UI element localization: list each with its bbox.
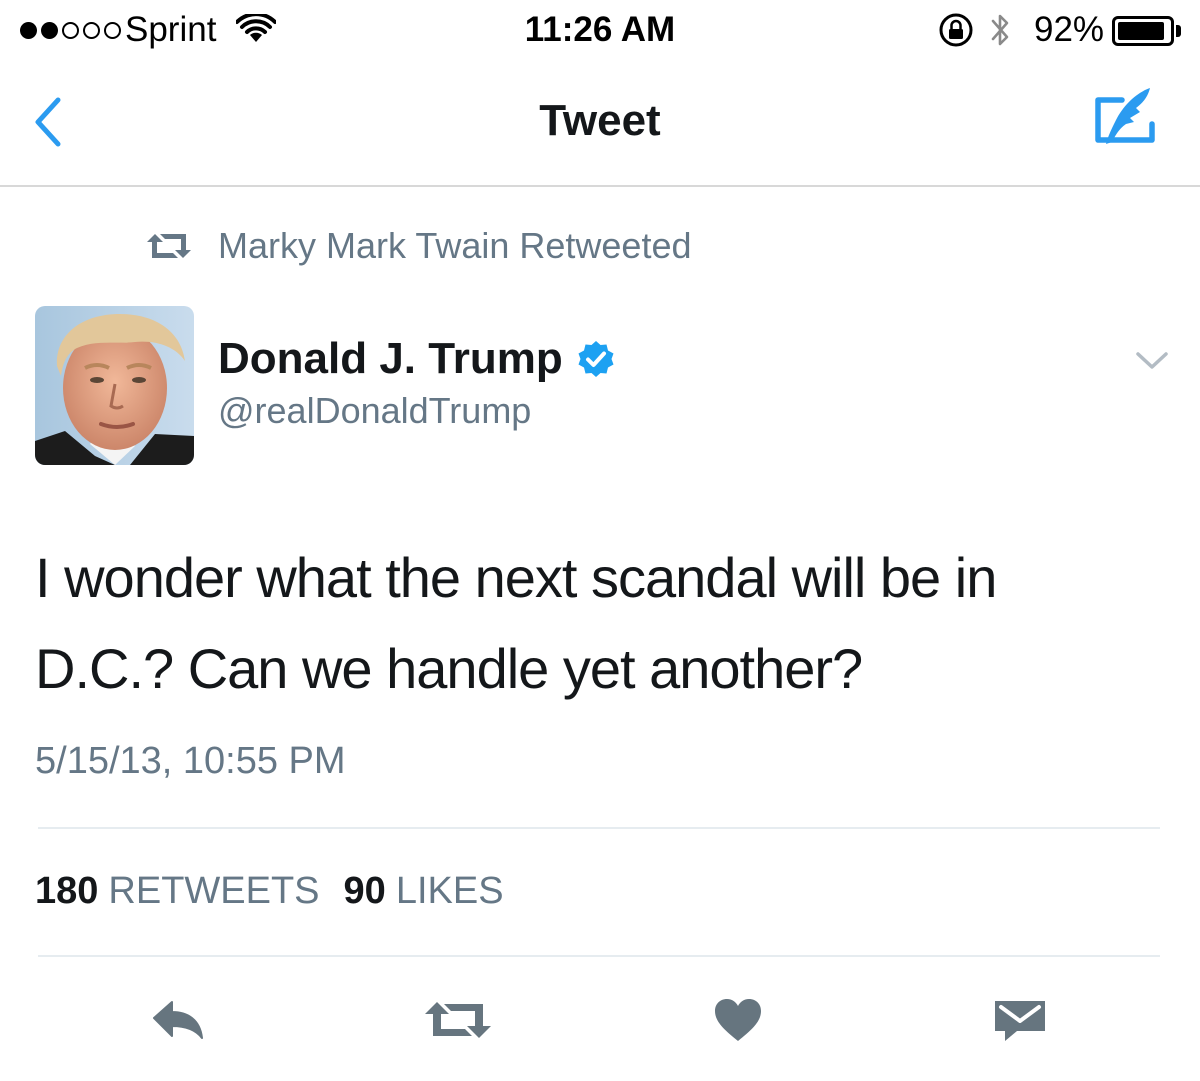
retweet-context[interactable]: Marky Mark Twain Retweeted: [145, 222, 692, 270]
battery-level-fill: [1118, 22, 1164, 40]
page-title: Tweet: [539, 96, 661, 145]
compose-tweet-button[interactable]: [1090, 84, 1160, 154]
envelope-icon: [995, 1001, 1045, 1041]
tweet-timestamp: 5/15/13, 10:55 PM: [35, 740, 346, 782]
avatar[interactable]: [35, 306, 194, 465]
retweet-button[interactable]: [423, 990, 493, 1050]
tweet-text-line: I wonder what the next scandal will be i…: [35, 546, 997, 609]
retweets-label: RETWEETS: [108, 870, 320, 912]
rotation-lock-icon: [939, 13, 973, 47]
battery-percentage: 92%: [1034, 10, 1105, 49]
retweets-count: 180: [35, 870, 99, 912]
tweet-text-line: D.C.? Can we handle yet another?: [35, 637, 863, 700]
battery-icon: [1112, 16, 1174, 46]
direct-message-button[interactable]: [985, 990, 1055, 1050]
status-bar: Sprint 11:26 AM 92%: [0, 0, 1200, 62]
chevron-down-icon[interactable]: [1134, 348, 1170, 372]
reply-icon: [153, 1001, 203, 1039]
retweeted-by-label: Marky Mark Twain Retweeted: [218, 225, 692, 266]
author-name[interactable]: Donald J. Trump: [218, 334, 615, 384]
likes-stat[interactable]: 90 LIKES: [344, 870, 504, 913]
author-handle[interactable]: @realDonaldTrump: [218, 390, 531, 432]
compose-tweet-icon: [1095, 88, 1155, 144]
profile-photo: [35, 306, 194, 465]
like-button[interactable]: [703, 990, 773, 1050]
likes-label: LIKES: [395, 870, 504, 912]
retweet-icon: [147, 234, 191, 258]
divider: [38, 955, 1160, 957]
bluetooth-icon: [991, 14, 1009, 46]
likes-count: 90: [343, 870, 386, 912]
author-name-text: Donald J. Trump: [218, 334, 563, 383]
heart-icon: [715, 999, 761, 1041]
battery-nub: [1176, 25, 1181, 37]
verified-badge-icon: [578, 341, 614, 377]
retweet-icon: [425, 1002, 491, 1038]
retweets-stat[interactable]: 180 RETWEETS: [35, 870, 320, 913]
tweet-stats: 180 RETWEETS 90 LIKES: [35, 870, 504, 913]
navigation-bar: Tweet: [0, 62, 1200, 187]
reply-button[interactable]: [143, 990, 213, 1050]
divider: [38, 827, 1160, 829]
status-time: 11:26 AM: [524, 10, 676, 49]
